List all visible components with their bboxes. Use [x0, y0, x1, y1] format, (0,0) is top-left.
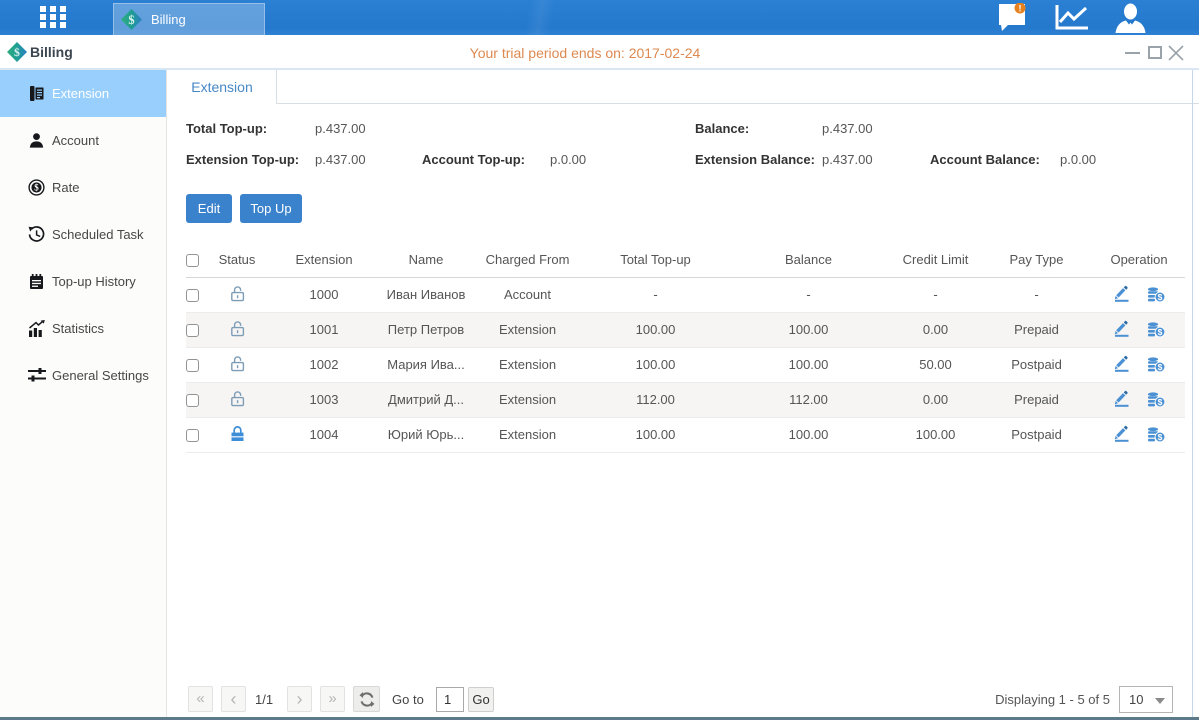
- svg-text:$: $: [34, 183, 39, 193]
- svg-text:$: $: [1158, 431, 1163, 441]
- svg-text:$: $: [14, 45, 20, 59]
- svg-text:$: $: [1158, 326, 1163, 336]
- svg-text:$: $: [1158, 396, 1163, 406]
- svg-text:$: $: [1158, 291, 1163, 301]
- svg-text:$: $: [1158, 361, 1163, 371]
- svg-text:!: !: [1019, 3, 1022, 13]
- svg-text:$: $: [128, 13, 134, 27]
